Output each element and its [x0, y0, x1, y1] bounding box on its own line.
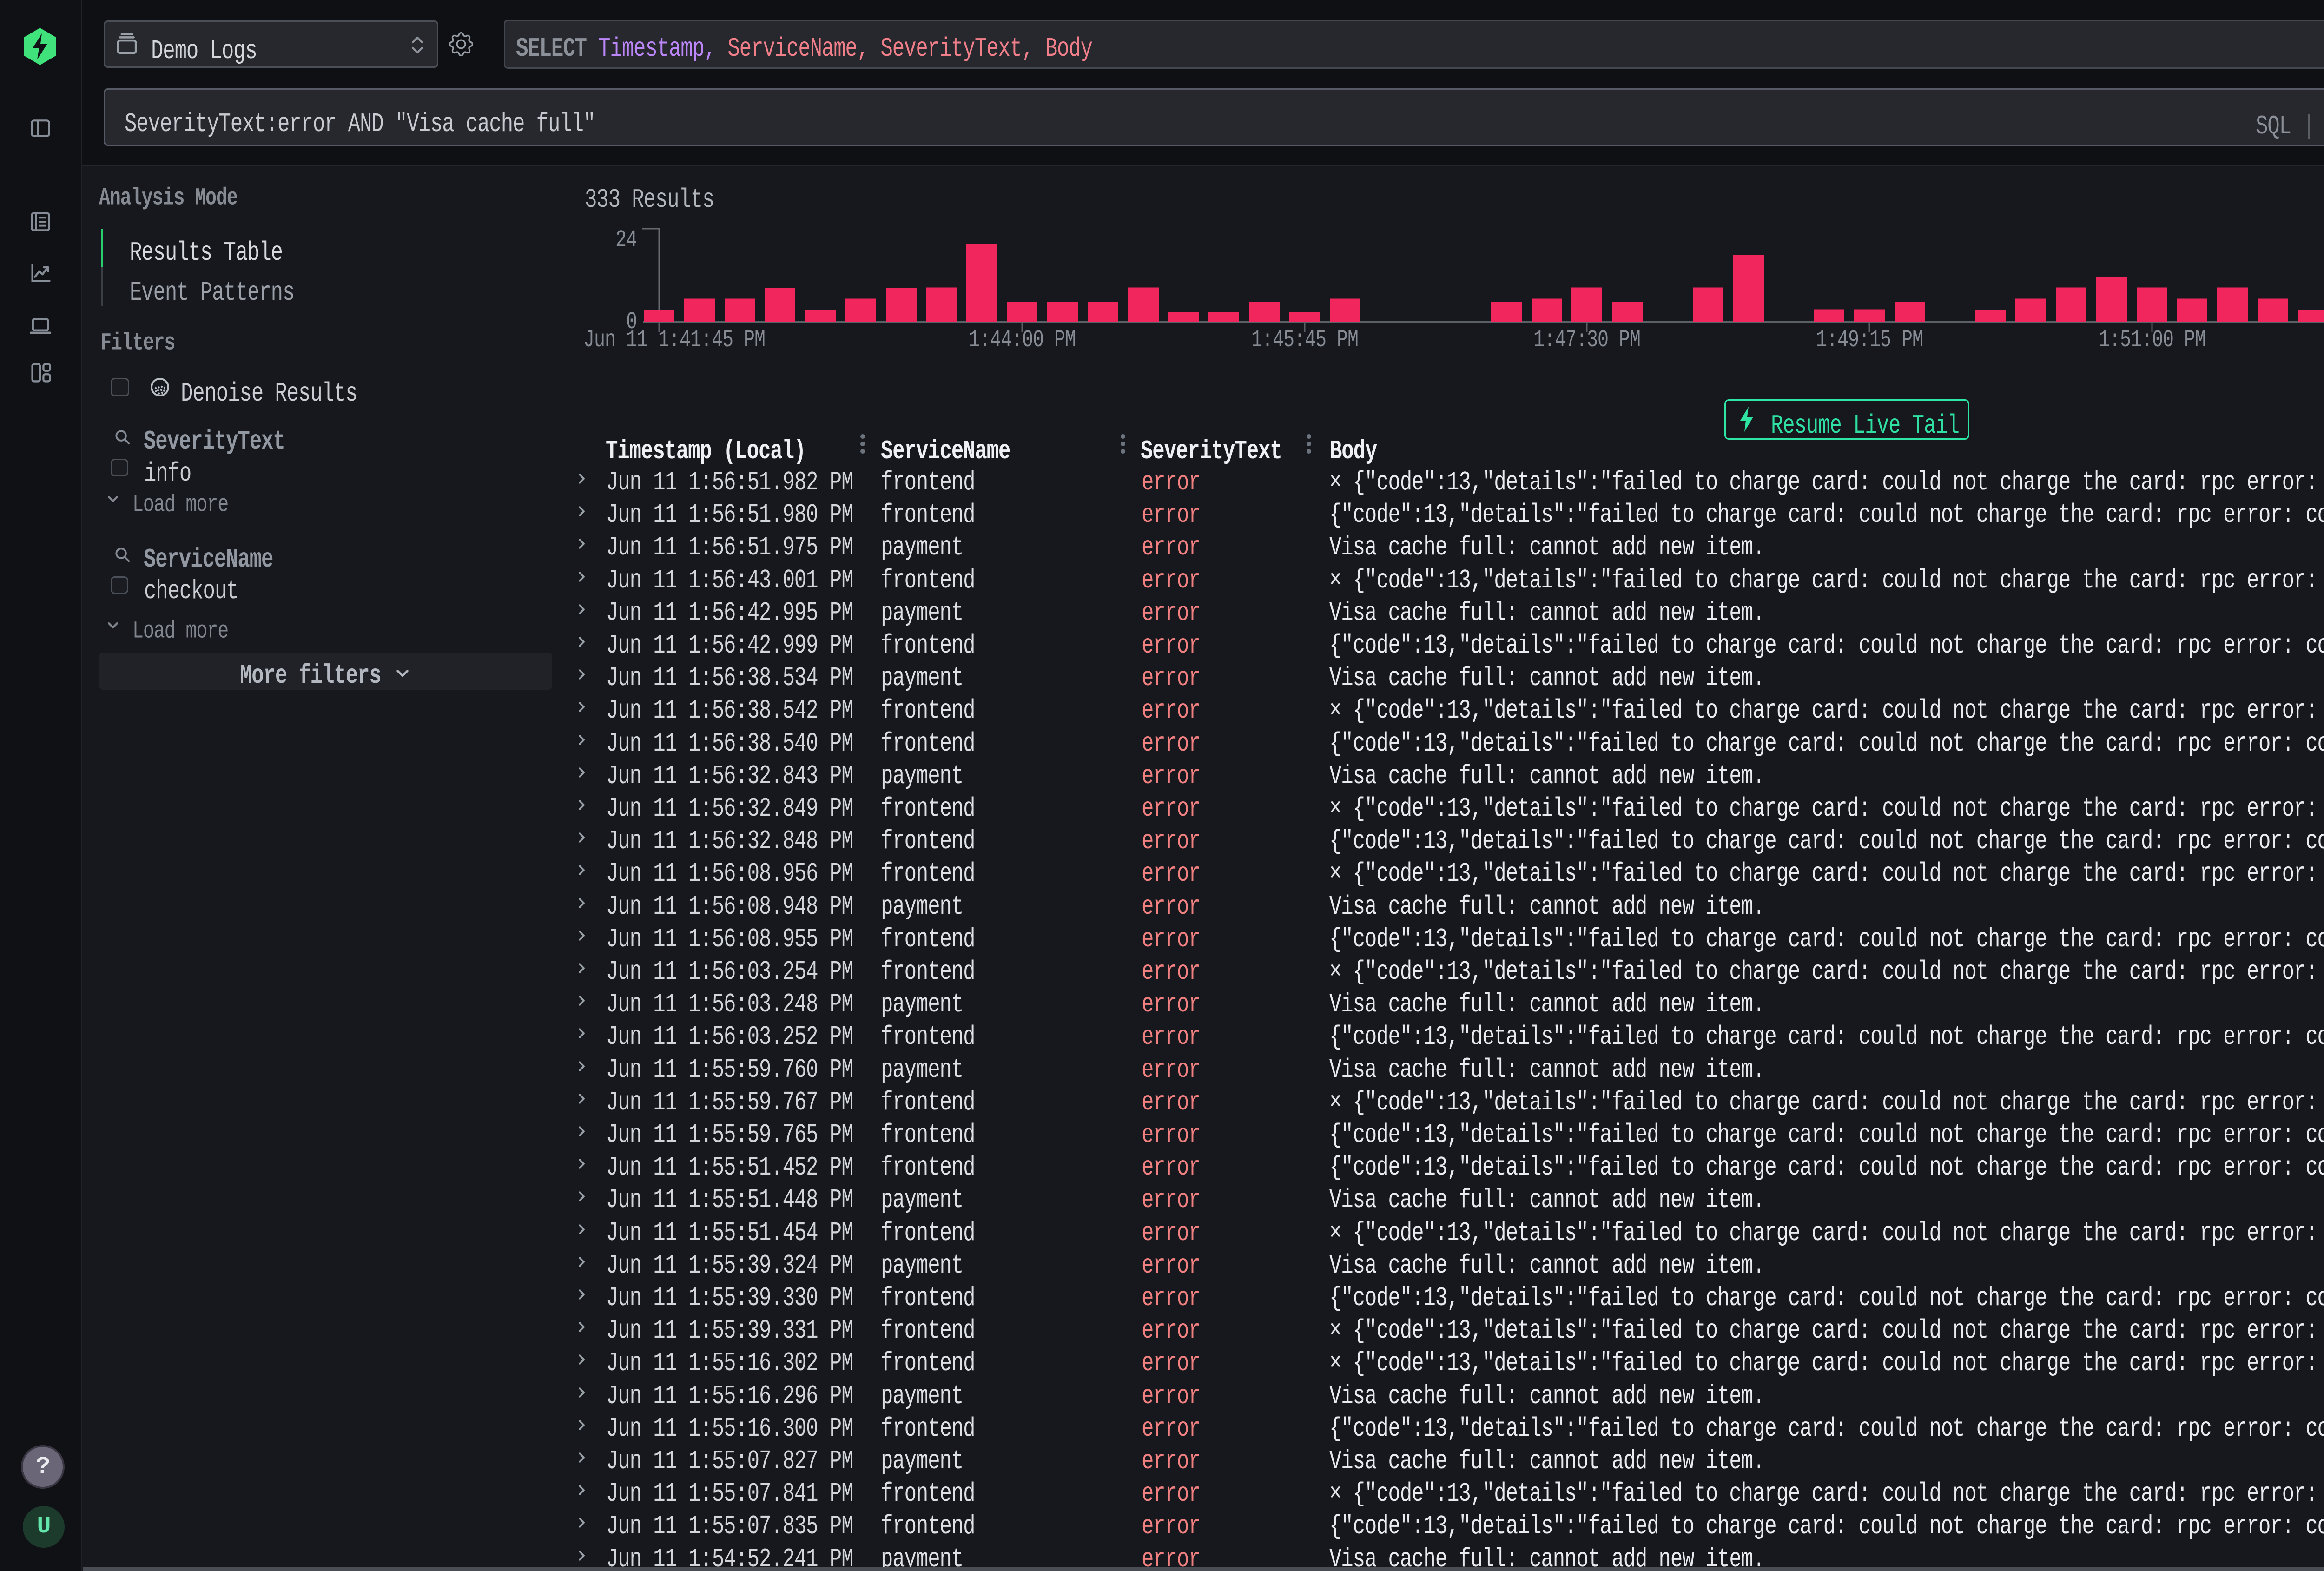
svg-text:24: 24: [615, 226, 637, 253]
svg-text:1:49:15 PM: 1:49:15 PM: [1816, 326, 1923, 353]
svg-text:1:44:00 PM: 1:44:00 PM: [969, 326, 1076, 353]
svg-text:0: 0: [626, 308, 637, 335]
svg-text:Jun 11 1:41:45 PM: Jun 11 1:41:45 PM: [583, 326, 765, 353]
svg-text:1:47:30 PM: 1:47:30 PM: [1533, 326, 1640, 353]
svg-text:1:51:00 PM: 1:51:00 PM: [2099, 326, 2205, 353]
svg-text:1:45:45 PM: 1:45:45 PM: [1251, 326, 1358, 353]
